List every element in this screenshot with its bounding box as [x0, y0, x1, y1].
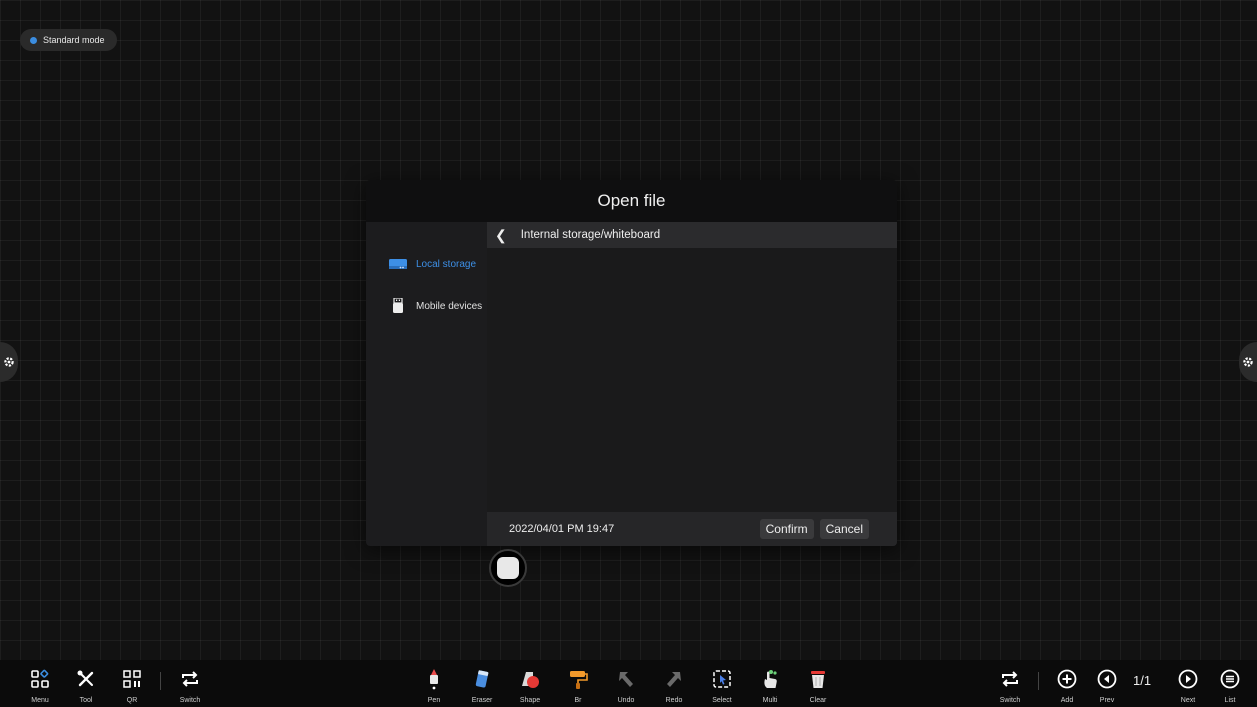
- menu-label: Menu: [31, 697, 49, 704]
- multi-button[interactable]: Multi: [750, 668, 790, 704]
- next-circle-icon: [1178, 669, 1198, 689]
- shape-button[interactable]: Shape: [510, 668, 550, 704]
- menu-button[interactable]: Menu: [20, 668, 60, 704]
- brush-button[interactable]: Br: [558, 668, 598, 704]
- clear-label: Clear: [809, 697, 827, 704]
- floating-button-icon: [497, 557, 519, 579]
- redo-button[interactable]: Redo: [654, 668, 694, 704]
- gear-icon: [1243, 357, 1253, 367]
- path-bar: ❮ Internal storage/whiteboard: [487, 222, 897, 248]
- tool-button[interactable]: Tool: [66, 668, 106, 704]
- toolbar-divider: [1038, 672, 1039, 690]
- redo-label: Redo: [665, 697, 683, 704]
- sidebar-item-label: Local storage: [416, 258, 477, 270]
- switch-left-button[interactable]: Switch: [170, 668, 210, 704]
- footer-date: 2022/04/01 PM 19:47: [509, 523, 615, 535]
- prev-circle-icon: [1097, 669, 1117, 689]
- undo-button[interactable]: Undo: [606, 668, 646, 704]
- pen-button[interactable]: Pen: [414, 668, 454, 704]
- usb-drive-icon: [393, 298, 403, 313]
- select-label: Select: [712, 697, 732, 704]
- list-button[interactable]: List: [1210, 668, 1250, 704]
- clear-button[interactable]: Clear: [798, 668, 838, 704]
- select-button[interactable]: Select: [702, 668, 742, 704]
- shape-label: Shape: [519, 697, 541, 704]
- pen-icon: [430, 669, 438, 690]
- current-path: Internal storage/whiteboard: [520, 229, 661, 241]
- right-settings-handle[interactable]: [1239, 342, 1257, 382]
- confirm-button[interactable]: Confirm: [759, 519, 814, 539]
- sidebar-item-mobile-devices[interactable]: Mobile devices: [366, 296, 487, 316]
- undo-arrow-icon: [619, 672, 633, 687]
- qr-button[interactable]: QR: [112, 668, 152, 704]
- mode-status-dot: [30, 36, 37, 44]
- qr-code-icon: [123, 670, 141, 688]
- dialog-footer: 2022/04/01 PM 19:47 Confirm Cancel: [487, 512, 897, 546]
- file-browser: ❮ Internal storage/whiteboard 2022/04/01…: [487, 222, 897, 546]
- dialog-header: Open file: [366, 180, 897, 222]
- multi-touch-icon: [764, 670, 777, 688]
- sidebar-item-label: Mobile devices: [416, 300, 483, 312]
- qr-label: QR: [126, 697, 138, 704]
- paint-roller-icon: [570, 671, 588, 689]
- floating-menu-button[interactable]: [489, 549, 527, 587]
- trash-icon: [811, 671, 825, 688]
- gear-icon: [4, 357, 14, 367]
- next-page-button[interactable]: Next: [1168, 668, 1208, 704]
- undo-label: Undo: [617, 697, 635, 704]
- switch-arrows-icon: [1002, 671, 1018, 687]
- cancel-button[interactable]: Cancel: [819, 519, 869, 539]
- menu-grid-icon: [31, 669, 49, 688]
- dialog-title: Open file: [597, 191, 666, 210]
- selection-icon: [713, 670, 731, 688]
- mode-badge[interactable]: Standard mode: [20, 29, 117, 51]
- storage-sidebar: Local storage Mobile devices: [366, 222, 487, 546]
- eraser-button[interactable]: Eraser: [462, 668, 502, 704]
- sidebar-item-local-storage[interactable]: Local storage: [366, 254, 487, 274]
- hard-drive-icon: [389, 259, 407, 269]
- pen-label: Pen: [427, 697, 441, 704]
- file-list-area[interactable]: [487, 248, 897, 512]
- tools-icon: [77, 670, 94, 687]
- page-indicator: 1/1: [1133, 673, 1152, 688]
- multi-label: Multi: [762, 697, 778, 704]
- prev-page-button[interactable]: Prev: [1087, 668, 1127, 704]
- back-chevron-icon[interactable]: ❮: [495, 227, 507, 244]
- eraser-label: Eraser: [471, 697, 493, 704]
- list-label: List: [1224, 697, 1236, 704]
- switch-right-button[interactable]: Switch: [990, 668, 1030, 704]
- shape-icon: [522, 672, 539, 688]
- left-settings-handle[interactable]: [0, 342, 18, 382]
- brush-label: Br: [574, 697, 582, 704]
- add-circle-icon: [1057, 669, 1077, 689]
- eraser-icon: [475, 670, 489, 688]
- add-label: Add: [1060, 697, 1074, 704]
- tool-label: Tool: [79, 697, 93, 704]
- mode-label: Standard mode: [43, 35, 105, 45]
- toolbar-divider: [160, 672, 161, 690]
- list-circle-icon: [1220, 669, 1240, 689]
- switch-label: Switch: [999, 697, 1021, 704]
- redo-arrow-icon: [667, 672, 681, 687]
- switch-label: Switch: [179, 697, 201, 704]
- switch-arrows-icon: [182, 671, 198, 687]
- open-file-dialog: Open file Local storage Mobile devices ❮…: [366, 180, 897, 546]
- bottom-toolbar: Menu Tool QR Switch Pen Eraser Shape Br …: [0, 660, 1257, 707]
- prev-label: Prev: [1099, 697, 1115, 704]
- next-label: Next: [1180, 697, 1196, 704]
- add-page-button[interactable]: Add: [1047, 668, 1087, 704]
